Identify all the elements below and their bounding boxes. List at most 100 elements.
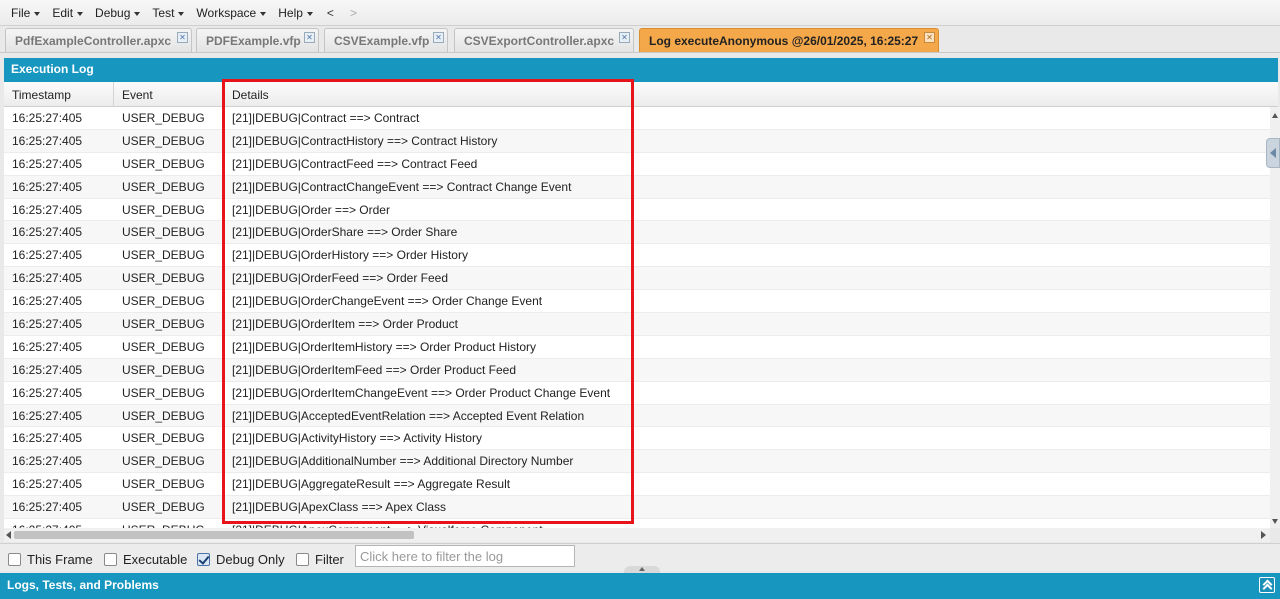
column-header-details[interactable]: Details — [224, 82, 1278, 107]
chevron-down-icon — [34, 12, 41, 16]
tab-csvexample[interactable]: CSVExample.vfp ✕ — [324, 28, 448, 52]
table-row[interactable]: 16:25:27:405 USER_DEBUG [21]|DEBUG|OrderIt… — [4, 313, 1270, 336]
menu-test[interactable]: Test — [146, 2, 190, 24]
table-row[interactable]: 16:25:27:405 USER_DEBUG [21]|DEBUG|Contrac… — [4, 175, 1270, 199]
horizontal-scrollbar[interactable] — [4, 528, 1270, 542]
event-cell: USER_DEBUG — [122, 408, 205, 423]
table-row[interactable]: 16:25:27:405 USER_DEBUG [21]|DEBUG|Additio… — [4, 450, 1270, 474]
chevron-down-icon — [178, 12, 185, 16]
debug-only-checkbox[interactable]: Debug Only — [197, 552, 285, 567]
table-row[interactable]: 16:25:27:405 USER_DEBUG [21]|DEBUG|OrderSh… — [4, 221, 1270, 245]
table-row[interactable]: 16:25:27:405 USER_DEBUG [21]|DEBUG|ApexCla… — [4, 496, 1270, 520]
close-icon[interactable]: ✕ — [304, 32, 315, 43]
menu-help[interactable]: Help — [272, 2, 319, 24]
timestamp-cell: 16:25:27:405 — [12, 408, 83, 423]
column-header-timestamp[interactable]: Timestamp — [4, 82, 114, 107]
tab-pdfexamplecontroller[interactable]: PdfExampleController.apxc ✕ — [5, 28, 192, 52]
this-frame-label: This Frame — [27, 552, 93, 567]
table-row[interactable]: 16:25:27:405 USER_DEBUG [21]|DEBUG|OrderCh… — [4, 290, 1270, 314]
timestamp-cell: 16:25:27:405 — [12, 317, 83, 332]
timestamp-cell: 16:25:27:405 — [12, 431, 83, 446]
vertical-scrollbar[interactable] — [1270, 107, 1280, 528]
filter-log-input[interactable] — [355, 545, 575, 567]
table-row[interactable]: 16:25:27:405USER_DEBUG[21]|DEBUG|ApexCom… — [4, 519, 1270, 528]
menu-workspace-label: Workspace — [196, 5, 257, 20]
tab-label: PDFExample.vfp — [206, 34, 301, 48]
details-cell: [21]|DEBUG|OrderFeed ==> Order Feed — [232, 271, 448, 286]
details-cell: [21]|DEBUG|OrderItemChangeEvent ==> Orde… — [232, 385, 611, 400]
table-row[interactable]: 16:25:27:405 USER_DEBUG [21]|DEBUG|OrderFe… — [4, 267, 1270, 291]
table-row[interactable]: 16:25:27:405 USER_DEBUG [21]|DEBUG|OrderHi… — [4, 244, 1270, 268]
menu-workspace[interactable]: Workspace — [190, 2, 272, 24]
event-cell: USER_DEBUG — [122, 225, 205, 240]
chevron-down-icon — [306, 12, 313, 16]
details-cell: [21]|DEBUG|OrderItem ==> Order Product — [232, 317, 458, 332]
details-cell: [21]|DEBUG|ContractFeed ==> Contract Fee… — [232, 156, 478, 171]
table-row[interactable]: 16:25:27:405 USER_DEBUG [21]|DEBUG|Accepte… — [4, 404, 1270, 428]
tab-label: CSVExportController.apxc — [464, 34, 615, 48]
expand-panel-icon[interactable] — [1259, 577, 1275, 593]
table-row[interactable]: 16:25:27:405 USER_DEBUG [21]|DEBUG|OrderIt… — [4, 382, 1270, 405]
logs-tests-problems-header[interactable]: Logs, Tests, and Problems — [0, 573, 1280, 599]
execution-log-title: Execution Log — [4, 58, 1278, 82]
menu-test-label: Test — [152, 5, 175, 20]
close-icon[interactable]: ✕ — [924, 32, 935, 43]
chevron-down-icon — [77, 12, 84, 16]
back-arrow-button[interactable]: < — [319, 6, 342, 20]
details-cell: [21]|DEBUG|ApexClass ==> Apex Class — [232, 500, 447, 515]
table-row[interactable]: 16:25:27:405 USER_DEBUG [21]|DEBUG|Contrac… — [4, 153, 1270, 176]
checkbox-box-checked[interactable] — [197, 553, 210, 566]
tab-log-execute-anonymous[interactable]: Log executeAnonymous @26/01/2025, 16:25:… — [639, 28, 939, 52]
scroll-right-icon[interactable] — [1261, 531, 1266, 539]
scroll-down-icon[interactable] — [1272, 519, 1278, 524]
tab-pdfexample[interactable]: PDFExample.vfp ✕ — [196, 28, 319, 52]
event-cell: USER_DEBUG — [122, 477, 205, 492]
close-icon[interactable]: ✕ — [433, 32, 444, 43]
column-header-event[interactable]: Event — [114, 82, 224, 107]
tab-csvexportcontroller[interactable]: CSVExportController.apxc ✕ — [454, 28, 634, 52]
menu-edit[interactable]: Edit — [46, 2, 89, 24]
menu-file[interactable]: File — [5, 2, 46, 24]
timestamp-cell: 16:25:27:405 — [12, 179, 83, 194]
panel-splitter-handle[interactable] — [624, 566, 660, 573]
table-row[interactable]: 16:25:27:405 USER_DEBUG [21]|DEBUG|OrderIt… — [4, 358, 1270, 382]
scroll-left-icon[interactable] — [6, 531, 11, 539]
checkbox-box[interactable] — [8, 553, 21, 566]
log-grid-header: Timestamp Event Details — [4, 82, 1278, 107]
table-row[interactable]: 16:25:27:405 USER_DEBUG [21]|DEBUG|OrderIt… — [4, 336, 1270, 359]
event-cell: USER_DEBUG — [122, 500, 205, 515]
table-row[interactable]: 16:25:27:405 USER_DEBUG [21]|DEBUG|Contrac… — [4, 107, 1270, 130]
timestamp-cell: 16:25:27:405 — [12, 294, 83, 309]
chevron-down-icon — [134, 12, 141, 16]
event-cell: USER_DEBUG — [122, 385, 205, 400]
horizontal-scroll-thumb[interactable] — [14, 531, 414, 539]
event-cell: USER_DEBUG — [122, 156, 205, 171]
checkbox-box[interactable] — [296, 553, 309, 566]
timestamp-cell: 16:25:27:405 — [12, 248, 83, 263]
close-icon[interactable]: ✕ — [619, 32, 630, 43]
collapse-side-panel-icon[interactable] — [1266, 138, 1280, 168]
forward-arrow-button[interactable]: > — [342, 6, 365, 20]
table-row[interactable]: 16:25:27:405 USER_DEBUG [21]|DEBUG|Order =… — [4, 199, 1270, 222]
event-cell: USER_DEBUG — [122, 133, 205, 148]
filter-label: Filter — [315, 552, 344, 567]
table-row[interactable]: 16:25:27:405 USER_DEBUG [21]|DEBUG|Aggrega… — [4, 473, 1270, 497]
table-row[interactable]: 16:25:27:405 USER_DEBUG [21]|DEBUG|Activit… — [4, 427, 1270, 451]
menu-debug[interactable]: Debug — [89, 2, 146, 24]
event-cell: USER_DEBUG — [122, 179, 205, 194]
filter-checkbox[interactable]: Filter — [296, 552, 344, 567]
details-cell: [21]|DEBUG|Contract ==> Contract — [232, 111, 420, 125]
event-cell: USER_DEBUG — [122, 111, 205, 125]
scroll-up-icon[interactable] — [1272, 113, 1278, 118]
this-frame-checkbox[interactable]: This Frame — [8, 552, 93, 567]
details-cell: [21]|DEBUG|OrderItemHistory ==> Order Pr… — [232, 339, 536, 354]
checkbox-box[interactable] — [104, 553, 117, 566]
details-cell: [21]|DEBUG|ContractHistory ==> Contract … — [232, 133, 498, 148]
table-row[interactable]: 16:25:27:405 USER_DEBUG [21]|DEBUG|Contrac… — [4, 129, 1270, 153]
executable-checkbox[interactable]: Executable — [104, 552, 187, 567]
timestamp-cell: 16:25:27:405 — [12, 500, 83, 515]
close-icon[interactable]: ✕ — [177, 32, 188, 43]
timestamp-cell: 16:25:27:405 — [12, 477, 83, 492]
executable-label: Executable — [123, 552, 188, 567]
timestamp-cell: 16:25:27:405 — [12, 385, 83, 400]
